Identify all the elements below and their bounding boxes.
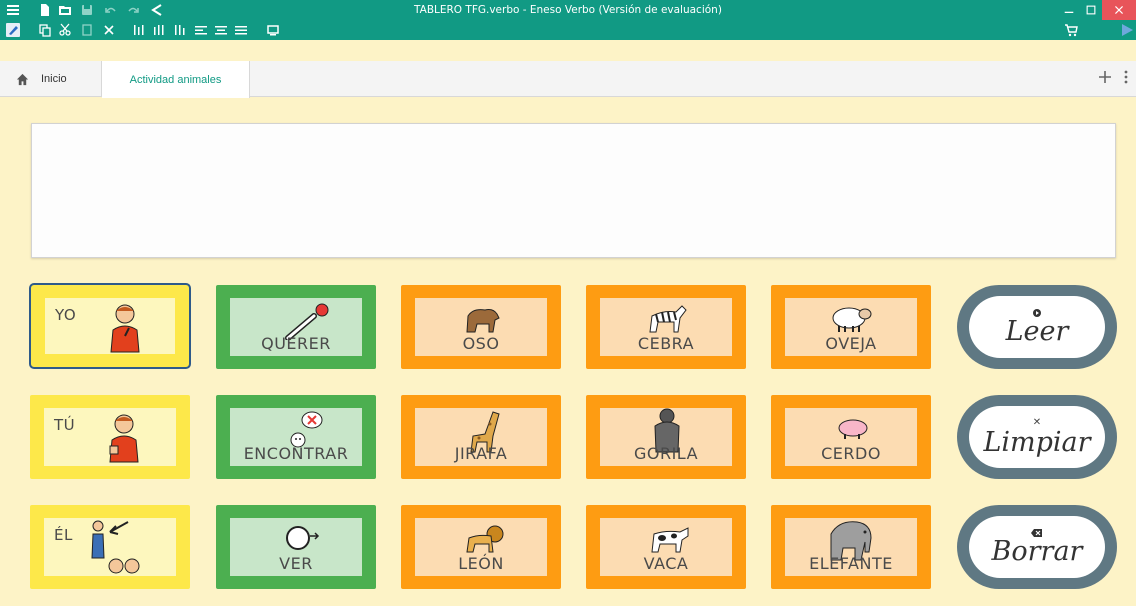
message-bar[interactable] (31, 123, 1116, 258)
cell-label: OSO (462, 334, 500, 353)
cell-label: LEÓN (458, 554, 504, 573)
copy-icon[interactable] (38, 23, 52, 37)
cell-label: CEBRA (637, 334, 695, 353)
see-icon (286, 526, 320, 550)
cell-leon[interactable]: LEÓN (401, 505, 561, 589)
tab-actividad-animales[interactable]: Actividad animales (102, 61, 250, 98)
pig-icon (838, 419, 868, 439)
clear-label: Limpiar (983, 427, 1091, 458)
menu-icon[interactable] (6, 3, 20, 17)
cell-label: YO (55, 306, 77, 324)
columns-icon[interactable] (172, 23, 186, 37)
save-icon[interactable] (80, 3, 94, 17)
cell-cerdo[interactable]: CERDO (771, 395, 931, 479)
cell-label: GORILA (633, 444, 699, 463)
tab-active-label: Actividad animales (129, 73, 222, 86)
cell-querer[interactable]: QUERER (216, 285, 376, 369)
cell-label: VER (279, 554, 313, 573)
cell-oso[interactable]: OSO (401, 285, 561, 369)
clear-button[interactable]: ✕ Limpiar (957, 395, 1117, 479)
cell-label: ÉL (54, 526, 73, 544)
tab-bar: Inicio Actividad animales (0, 61, 1136, 98)
zebra-icon (649, 305, 687, 333)
edit-mode-icon[interactable] (6, 23, 20, 37)
cow-icon (651, 527, 689, 553)
him-icon (91, 520, 140, 574)
cell-jirafa[interactable]: JIRAFA (401, 395, 561, 479)
align-justify-icon[interactable] (234, 23, 248, 37)
cell-vaca[interactable]: VACA (586, 505, 746, 589)
screen-icon[interactable] (266, 23, 280, 37)
home-icon (16, 73, 29, 85)
cell-cebra[interactable]: CEBRA (586, 285, 746, 369)
cell-el[interactable]: ÉL (30, 505, 190, 589)
delete-icon[interactable] (102, 23, 116, 37)
cell-yo[interactable]: YO (29, 283, 191, 369)
cell-encontrar[interactable]: ENCONTRAR (216, 395, 376, 479)
cell-label: JIRAFA (454, 444, 508, 463)
paste-icon[interactable] (80, 23, 94, 37)
cell-label: VACA (643, 554, 689, 573)
cell-oveja[interactable]: OVEJA (771, 285, 931, 369)
redo-icon[interactable] (126, 3, 140, 17)
cell-label: OVEJA (825, 334, 877, 353)
tab-home-label: Inicio (41, 73, 67, 85)
share-icon[interactable] (150, 3, 164, 17)
undo-icon[interactable] (104, 3, 118, 17)
sheep-icon (832, 307, 872, 332)
cell-elefante[interactable]: ELEFANTE (771, 505, 931, 589)
close-button[interactable] (1102, 0, 1136, 20)
cell-gorila[interactable]: GORILA (586, 395, 746, 479)
add-tab-icon[interactable] (1098, 69, 1112, 88)
open-folder-icon[interactable] (58, 3, 72, 17)
align-columns-icon[interactable] (132, 23, 146, 37)
boy-pointing-you-icon (109, 414, 139, 463)
distribute-columns-icon[interactable] (152, 23, 166, 37)
cart-icon[interactable] (1064, 23, 1078, 37)
cell-label: TÚ (54, 416, 76, 434)
new-file-icon[interactable] (38, 3, 52, 17)
cell-ver[interactable]: VER (216, 505, 376, 589)
tab-home[interactable]: Inicio (0, 61, 102, 97)
delete-label: Borrar (991, 536, 1083, 567)
maximize-button[interactable] (1078, 0, 1104, 20)
cell-label: CERDO (821, 444, 881, 463)
cell-label: QUERER (261, 334, 331, 353)
play-icon[interactable] (1120, 23, 1134, 37)
boy-pointing-self-icon (110, 304, 140, 353)
read-label: Leer (1005, 316, 1069, 347)
cell-tu[interactable]: TÚ (30, 395, 190, 479)
tab-actions (1098, 69, 1128, 88)
toolbar-row-2 (0, 20, 1136, 40)
cell-label: ELEFANTE (809, 554, 893, 573)
toolbar-row-1: TABLERO TFG.verbo - Eneso Verbo (Versión… (0, 0, 1136, 20)
align-left-icon[interactable] (194, 23, 208, 37)
delete-button[interactable]: Borrar (957, 505, 1117, 589)
cut-icon[interactable] (58, 23, 72, 37)
more-options-icon[interactable] (1124, 69, 1128, 88)
align-center-icon[interactable] (214, 23, 228, 37)
read-button[interactable]: Leer (957, 285, 1117, 369)
window-title: TABLERO TFG.verbo - Eneso Verbo (Versión… (414, 4, 722, 16)
lion-icon (466, 525, 504, 553)
close-icon (1115, 6, 1123, 14)
cell-label: ENCONTRAR (243, 444, 349, 463)
bear-icon (466, 309, 500, 333)
title-bar: TABLERO TFG.verbo - Eneso Verbo (Versión… (0, 0, 1136, 40)
